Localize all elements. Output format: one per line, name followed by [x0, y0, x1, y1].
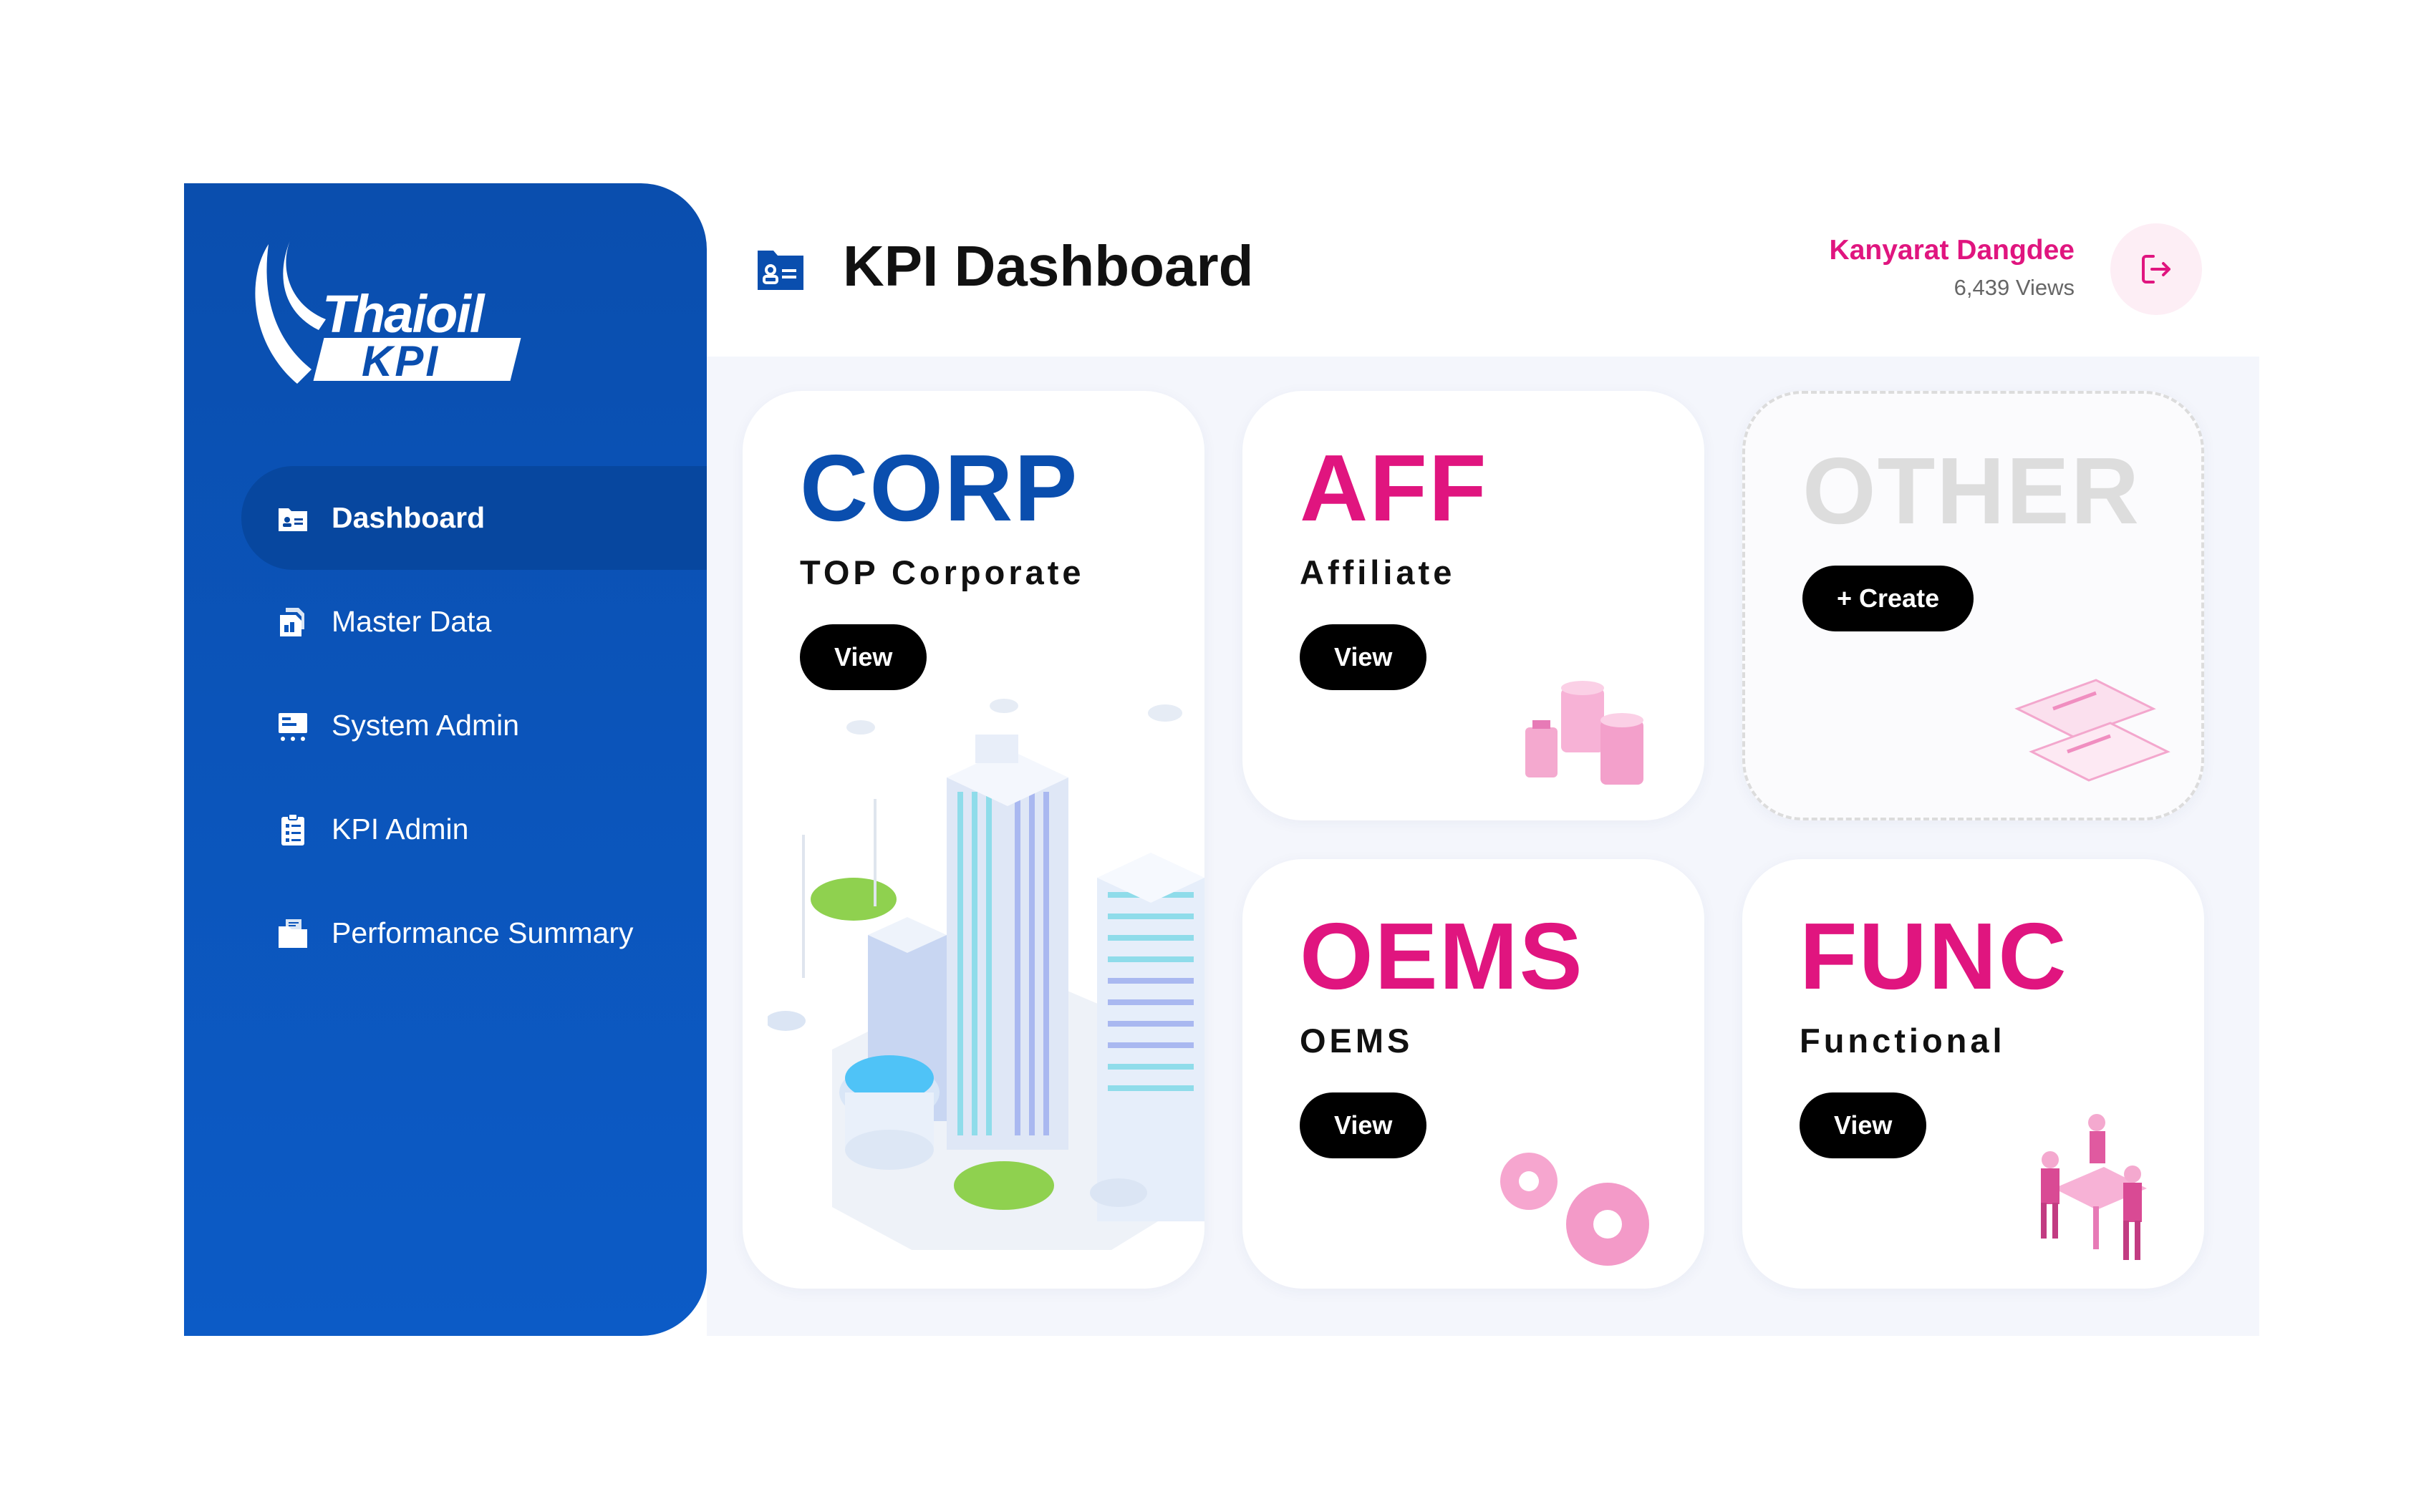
- card-oems[interactable]: OEMS OEMS View: [1242, 859, 1704, 1289]
- sidebar-item-kpi-admin[interactable]: KPI Admin: [241, 777, 707, 881]
- card-subtitle: OEMS: [1300, 1022, 1414, 1060]
- sidebar-item-performance-summary[interactable]: Performance Summary: [241, 881, 707, 985]
- logo-wordmark: Thaioil: [322, 284, 484, 344]
- thaioil-kpi-logo[interactable]: Thaioil KPI: [240, 241, 526, 398]
- page-title: KPI Dashboard: [843, 234, 1254, 298]
- card-corp[interactable]: CORP TOP Corporate View: [743, 391, 1204, 1289]
- view-button[interactable]: View: [1800, 1092, 1927, 1158]
- performance-summary-icon: [279, 919, 307, 948]
- gears-icon: [1500, 1153, 1649, 1266]
- create-button[interactable]: + Create: [1802, 566, 1974, 631]
- card-aff[interactable]: AFF Affiliate View: [1242, 391, 1704, 820]
- kpi-admin-icon: [281, 813, 304, 845]
- sidebar-item-label: KPI Admin: [332, 813, 469, 845]
- app-frame: Thaioil KPI Dashboard Master Data System…: [184, 183, 2259, 1336]
- card-code: AFF: [1300, 435, 1488, 541]
- city-illustration-icon: [768, 699, 1204, 1250]
- sidebar-item-system-admin[interactable]: System Admin: [241, 674, 707, 777]
- view-count: 6,439 Views: [1954, 275, 2075, 300]
- card-other[interactable]: OTHER + Create: [1742, 391, 2204, 820]
- documents-icon: [2014, 679, 2170, 782]
- sidebar-item-label: System Admin: [332, 709, 520, 742]
- sidebar: Thaioil KPI Dashboard Master Data System…: [184, 183, 707, 1336]
- team-meeting-icon: [2041, 1114, 2147, 1260]
- sidebar-item-master-data[interactable]: Master Data: [241, 570, 707, 674]
- view-button[interactable]: View: [1300, 1092, 1427, 1158]
- card-code: FUNC: [1800, 903, 2068, 1009]
- sidebar-item-label: Dashboard: [332, 501, 486, 534]
- user-name[interactable]: Kanyarat Dangdee: [1830, 235, 2075, 266]
- logout-icon: [2142, 255, 2170, 284]
- sidebar-nav: Dashboard Master Data System Admin KPI A…: [241, 466, 707, 985]
- card-code: OEMS: [1300, 903, 1584, 1009]
- logo-subtitle: KPI: [362, 337, 440, 385]
- card-subtitle: TOP Corporate: [800, 553, 1085, 591]
- sidebar-item-dashboard[interactable]: Dashboard: [241, 466, 707, 570]
- card-code: OTHER: [1802, 438, 2140, 543]
- view-button[interactable]: View: [800, 624, 927, 690]
- view-button[interactable]: View: [1300, 624, 1427, 690]
- card-code: CORP: [800, 435, 1079, 541]
- main-content: CORP TOP Corporate View AFF Affiliate Vi…: [707, 357, 2259, 1336]
- system-admin-icon: [279, 712, 307, 741]
- card-subtitle: Functional: [1800, 1022, 2006, 1060]
- sidebar-item-label: Master Data: [332, 605, 492, 638]
- dashboard-icon: [279, 508, 307, 531]
- logout-button[interactable]: [2110, 223, 2202, 315]
- header: KPI Dashboard Kanyarat Dangdee 6,439 Vie…: [707, 183, 2259, 357]
- card-func[interactable]: FUNC Functional View: [1742, 859, 2204, 1289]
- master-data-icon: [280, 607, 304, 636]
- oil-barrels-icon: [1525, 681, 1643, 785]
- card-subtitle: Affiliate: [1300, 553, 1456, 591]
- sidebar-item-label: Performance Summary: [332, 916, 634, 949]
- user-info: Kanyarat Dangdee 6,439 Views: [1830, 235, 2075, 301]
- dashboard-folder-icon: [758, 251, 803, 290]
